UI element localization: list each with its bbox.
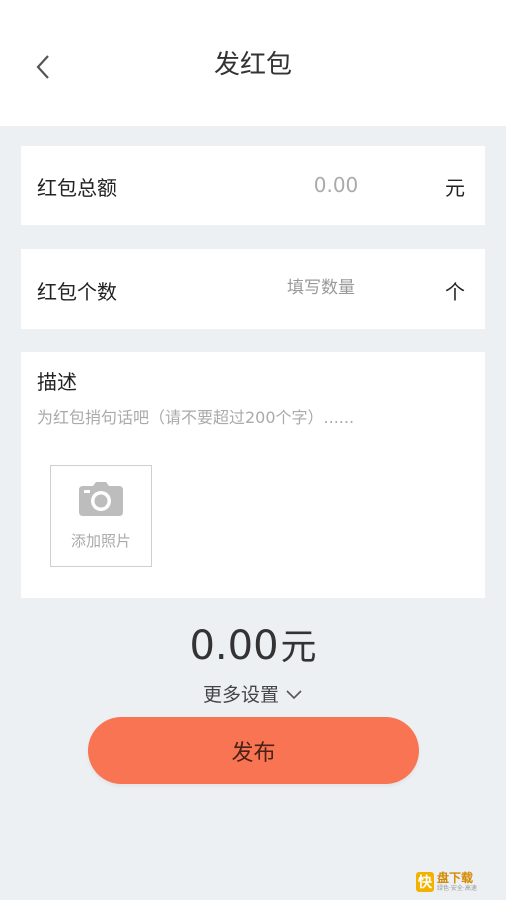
watermark-tagline: 绿色·安全·高速 [437, 885, 477, 892]
description-input[interactable] [37, 404, 467, 430]
count-input[interactable] [251, 278, 391, 298]
add-photo-label: 添加照片 [70, 532, 131, 550]
publish-button[interactable]: 发布 [88, 717, 419, 784]
app-header: 发红包 [0, 0, 506, 126]
count-unit: 个 [445, 280, 465, 304]
count-label: 红包个数 [37, 280, 117, 304]
page-title: 发红包 [213, 50, 292, 80]
add-photo-button[interactable]: 添加照片 [50, 465, 152, 567]
count-row: 红包个数 个 [21, 249, 485, 329]
description-label: 描述 [37, 370, 77, 394]
more-settings-label: 更多设置 [202, 684, 279, 706]
amount-unit: 元 [445, 176, 465, 200]
camera-icon [79, 482, 123, 516]
watermark-logo: 快 [416, 872, 434, 892]
description-card: 描述 添加照片 [21, 352, 485, 598]
chevron-down-icon [286, 690, 302, 700]
more-settings-toggle[interactable]: 更多设置 [0, 680, 506, 707]
watermark-brand: 盘下载 [437, 871, 474, 885]
total-value: 0.00 [189, 623, 279, 669]
site-watermark: 快 盘下载 绿色·安全·高速 [416, 868, 502, 896]
amount-input[interactable] [251, 173, 421, 197]
total-unit: 元 [280, 627, 317, 668]
amount-label: 红包总额 [37, 176, 117, 200]
amount-row: 红包总额 元 [21, 146, 485, 225]
total-amount: 0.00元 [0, 618, 506, 670]
